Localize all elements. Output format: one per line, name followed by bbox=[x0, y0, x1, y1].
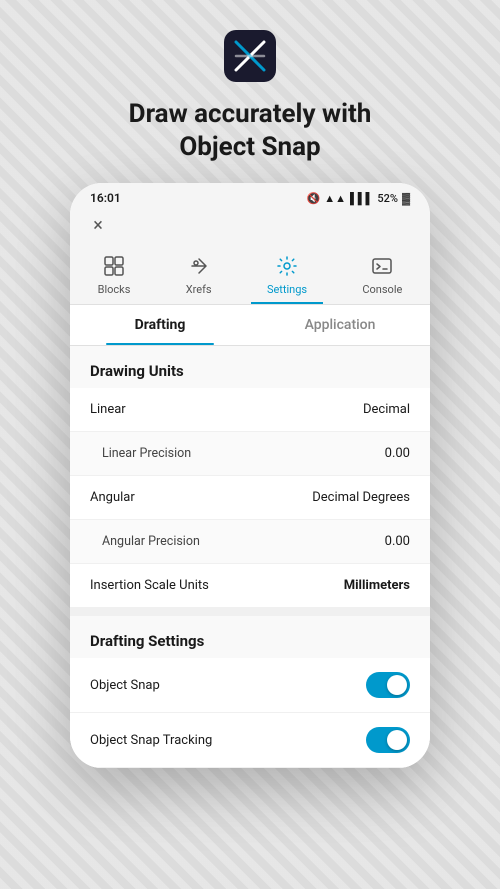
linear-label: Linear bbox=[90, 402, 126, 417]
status-icons: 🔇 ▲▲ ▌▌▌ 52% ▓ bbox=[306, 192, 410, 205]
angular-value: Decimal Degrees bbox=[312, 490, 410, 505]
angular-precision-label: Angular Precision bbox=[102, 534, 200, 549]
tab-console-label: Console bbox=[362, 283, 402, 296]
page-title: Draw accurately with Object Snap bbox=[40, 98, 460, 163]
mute-icon: 🔇 bbox=[306, 192, 320, 205]
angular-precision-value: 0.00 bbox=[385, 534, 410, 549]
tab-console[interactable]: Console bbox=[346, 249, 418, 304]
linear-precision-value: 0.00 bbox=[385, 446, 410, 461]
angular-precision-row[interactable]: Angular Precision 0.00 bbox=[70, 520, 430, 564]
battery-text: 52% bbox=[377, 192, 398, 205]
object-snap-label: Object Snap bbox=[90, 678, 160, 693]
object-snap-tracking-label: Object Snap Tracking bbox=[90, 733, 212, 748]
object-snap-tracking-row[interactable]: Object Snap Tracking bbox=[70, 713, 430, 768]
object-snap-tracking-toggle[interactable] bbox=[366, 727, 410, 753]
tab-settings-label: Settings bbox=[267, 283, 307, 296]
battery-icon: ▓ bbox=[402, 192, 410, 205]
tab-xrefs-label: Xrefs bbox=[186, 283, 212, 296]
wifi-icon: ▲▲ bbox=[324, 192, 346, 205]
linear-precision-row[interactable]: Linear Precision 0.00 bbox=[70, 432, 430, 476]
sub-tab-drafting[interactable]: Drafting bbox=[70, 305, 250, 345]
brand-logo bbox=[224, 30, 276, 82]
sub-tabs: Drafting Application bbox=[70, 305, 430, 346]
phone-mockup: 16:01 🔇 ▲▲ ▌▌▌ 52% ▓ × Blocks bbox=[70, 183, 430, 768]
linear-precision-label: Linear Precision bbox=[102, 446, 191, 461]
sub-tab-application[interactable]: Application bbox=[250, 305, 430, 345]
section-divider bbox=[70, 608, 430, 616]
header: Draw accurately with Object Snap bbox=[0, 0, 500, 183]
blocks-icon bbox=[101, 253, 127, 279]
time: 16:01 bbox=[90, 191, 121, 205]
tab-settings[interactable]: Settings bbox=[251, 249, 323, 304]
status-bar: 16:01 🔇 ▲▲ ▌▌▌ 52% ▓ bbox=[70, 183, 430, 209]
signal-icon: ▌▌▌ bbox=[350, 192, 373, 205]
xrefs-icon bbox=[186, 253, 212, 279]
tab-blocks-label: Blocks bbox=[98, 283, 131, 296]
console-icon bbox=[369, 253, 395, 279]
tab-navigation: Blocks Xrefs Settings bbox=[70, 245, 430, 305]
content-area: Drawing Units Linear Decimal Linear Prec… bbox=[70, 346, 430, 768]
insertion-scale-value: Millimeters bbox=[344, 578, 410, 593]
object-snap-toggle[interactable] bbox=[366, 672, 410, 698]
close-button[interactable]: × bbox=[86, 213, 110, 237]
linear-value: Decimal bbox=[363, 402, 410, 417]
tab-xrefs[interactable]: Xrefs bbox=[170, 249, 228, 304]
drawing-units-heading: Drawing Units bbox=[70, 346, 430, 388]
tab-blocks[interactable]: Blocks bbox=[82, 249, 147, 304]
top-bar: × bbox=[70, 209, 430, 245]
drafting-settings-heading: Drafting Settings bbox=[70, 616, 430, 658]
angular-row[interactable]: Angular Decimal Degrees bbox=[70, 476, 430, 520]
linear-row[interactable]: Linear Decimal bbox=[70, 388, 430, 432]
settings-icon bbox=[274, 253, 300, 279]
insertion-scale-row[interactable]: Insertion Scale Units Millimeters bbox=[70, 564, 430, 608]
object-snap-row[interactable]: Object Snap bbox=[70, 658, 430, 713]
angular-label: Angular bbox=[90, 490, 135, 505]
insertion-scale-label: Insertion Scale Units bbox=[90, 578, 209, 593]
